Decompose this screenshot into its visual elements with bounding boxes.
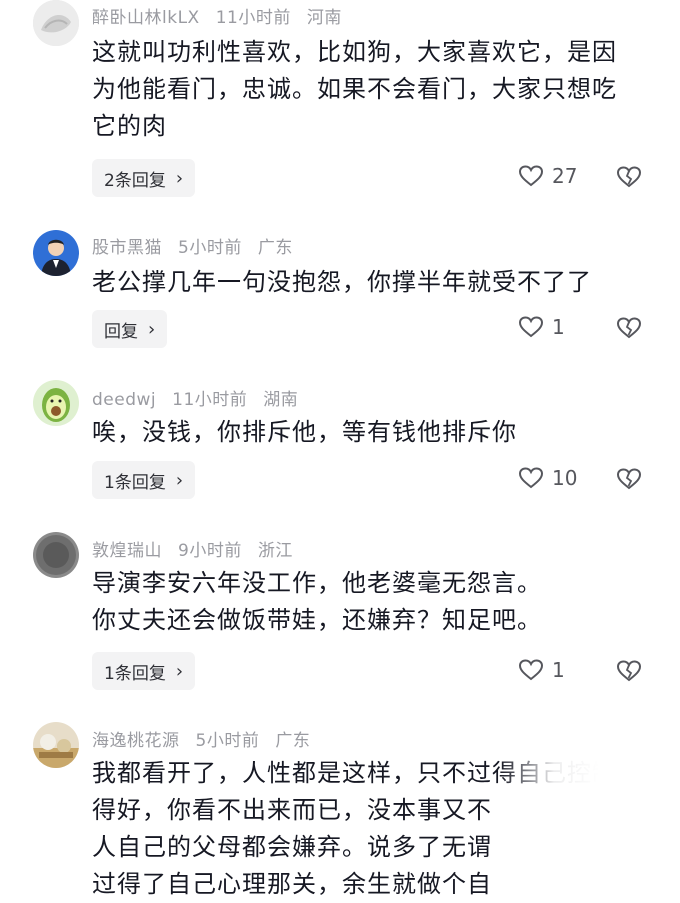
comment-meta: 敦煌瑞山 9小时前 浙江 [92, 536, 309, 561]
reply-button[interactable]: 回复 › [92, 310, 168, 348]
comment-time: 11小时前 [215, 8, 291, 28]
username[interactable]: 股市黑猫 [92, 238, 162, 258]
comment-location: 浙江 [257, 541, 293, 561]
chevron-right-icon: › [148, 318, 156, 340]
chevron-right-icon: › [175, 167, 184, 189]
avatar[interactable] [33, 532, 79, 578]
comment-text: 导演李安六年没工作，他老婆毫无怨言。 你丈夫还会做饭带娃，还嫌弃？知足吧。 [92, 565, 652, 639]
like-count: 27 [552, 164, 578, 188]
comment-line: 这就叫功利性喜欢，比如狗，大家喜欢它，是因 [92, 38, 617, 66]
like-count: 10 [552, 466, 578, 490]
like-button[interactable]: 1 [518, 658, 565, 682]
comment-line: 为他能看门，忠诚。如果不会看门，大家只想吃 [92, 75, 617, 103]
comment-text: 唉，没钱，你排斥他，等有钱他排斥你 [92, 414, 652, 451]
comment-time: 5小时前 [195, 731, 260, 751]
comment-meta: 股市黑猫 5小时前 广东 [92, 233, 309, 258]
avatar[interactable] [33, 230, 79, 276]
username[interactable]: 醉卧山林lkLX [92, 8, 200, 28]
reply-label: 1条回复 [104, 663, 166, 684]
view-replies-button[interactable]: 2条回复 › [92, 159, 196, 197]
comment-meta: deedwj 11小时前 湖南 [92, 385, 314, 410]
heart-outline-icon [518, 165, 544, 187]
dislike-button[interactable] [616, 467, 642, 495]
reply-label: 1条回复 [104, 472, 166, 493]
like-count: 1 [552, 658, 565, 682]
heart-outline-icon [518, 467, 544, 489]
chevron-right-icon: › [175, 660, 184, 682]
reply-label: 回复 [104, 321, 138, 342]
view-replies-button[interactable]: 1条回复 › [92, 461, 196, 499]
avatar[interactable] [33, 722, 79, 768]
comment-line: 老公撑几年一句没抱怨，你撑半年就受不了了 [92, 268, 592, 296]
dislike-button[interactable] [616, 659, 642, 687]
dislike-button[interactable] [616, 316, 642, 344]
comment-line: 导演李安六年没工作，他老婆毫无怨言。 [92, 569, 542, 597]
screenshot-fade-overlay [500, 745, 680, 900]
comment-time: 5小时前 [178, 238, 242, 258]
comment-time: 9小时前 [178, 541, 242, 561]
comment-location: 河南 [306, 8, 342, 28]
like-count: 1 [552, 315, 565, 339]
like-button[interactable]: 27 [518, 164, 577, 188]
username[interactable]: 海逸桃花源 [92, 731, 180, 751]
username[interactable]: 敦煌瑞山 [92, 541, 162, 561]
comment-line: 它的肉 [92, 112, 167, 140]
heart-outline-icon [518, 316, 544, 338]
comment-text: 老公撑几年一句没抱怨，你撑半年就受不了了 [92, 264, 652, 301]
like-button[interactable]: 1 [518, 315, 565, 339]
comment-time: 11小时前 [172, 390, 248, 410]
comment-location: 广东 [257, 238, 293, 258]
comment-meta: 醉卧山林lkLX 11小时前 河南 [92, 3, 358, 28]
comment-meta: 海逸桃花源 5小时前 广东 [92, 726, 326, 751]
comment-text: 这就叫功利性喜欢，比如狗，大家喜欢它，是因 为他能看门，忠诚。如果不会看门，大家… [92, 34, 652, 145]
comment-line: 你丈夫还会做饭带娃，还嫌弃？知足吧。 [92, 606, 542, 634]
broken-heart-icon [616, 317, 642, 339]
avatar[interactable] [33, 380, 79, 426]
comment-line: 唉，没钱，你排斥他，等有钱他排斥你 [92, 418, 517, 446]
comment-location: 湖南 [263, 390, 299, 410]
broken-heart-icon [616, 660, 642, 682]
dislike-button[interactable] [616, 165, 642, 193]
comment-location: 广东 [275, 731, 311, 751]
like-button[interactable]: 10 [518, 466, 577, 490]
avatar[interactable] [33, 0, 79, 46]
heart-outline-icon [518, 659, 544, 681]
broken-heart-icon [616, 468, 642, 490]
broken-heart-icon [616, 166, 642, 188]
view-replies-button[interactable]: 1条回复 › [92, 652, 196, 690]
username[interactable]: deedwj [92, 390, 156, 410]
reply-label: 2条回复 [104, 170, 166, 191]
chevron-right-icon: › [175, 469, 184, 491]
